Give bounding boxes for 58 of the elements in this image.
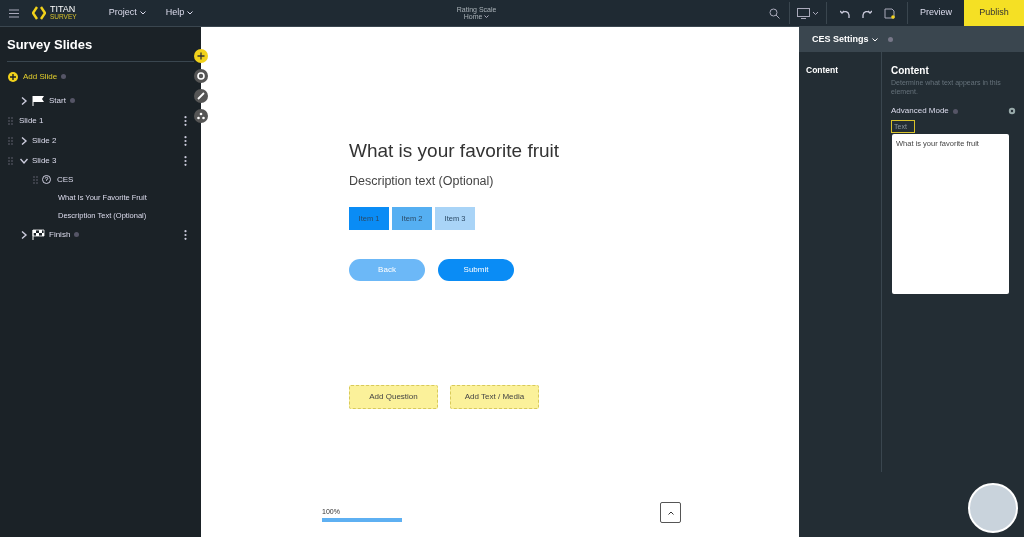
more-icon[interactable] [184,115,187,126]
question-description: Description text (Optional) [349,172,495,190]
menu-icon[interactable] [9,8,19,18]
drag-handle-icon[interactable] [33,175,38,184]
logo-icon [32,6,46,20]
slide-item[interactable]: Slide 2 [32,134,57,147]
sidebar-title: Survey Slides [6,36,94,54]
slide-item[interactable]: Slide 1 [19,114,44,127]
add-icon[interactable] [194,49,208,63]
scroll-up-button[interactable] [660,502,681,523]
network-icon[interactable] [194,109,208,123]
flag-icon [32,95,45,106]
save-icon[interactable] [884,7,895,19]
caret-icon [871,37,878,42]
menu-dropdown[interactable]: Project [108,6,146,20]
drag-handle-icon[interactable] [8,116,13,125]
caret-icon [187,11,194,15]
avatar[interactable] [968,483,1018,533]
publish-button[interactable]: Publish [964,0,1024,26]
add-slide-link[interactable]: Add Slide [23,70,58,83]
logo-title: TITAN [50,5,76,15]
monitor-dropdown-icon[interactable] [797,7,819,19]
add-element-button[interactable]: Add Question [349,385,438,410]
slide-item[interactable]: Finish [49,228,71,241]
search-icon[interactable] [769,7,780,19]
settings-icon[interactable] [1008,107,1016,115]
settings-dropdown[interactable]: CES Settings [812,32,869,47]
more-icon[interactable] [184,229,187,240]
drag-handle-icon[interactable] [8,136,13,145]
caret-icon [484,15,490,18]
undo-icon[interactable] [840,8,850,18]
checkered-flag-icon [32,229,45,240]
info-icon [61,74,67,79]
info-icon [887,37,893,42]
caret-icon[interactable] [20,96,28,105]
settings-nav-item[interactable]: Content [806,64,881,77]
element-item[interactable]: CES [57,173,74,186]
caret-icon[interactable] [20,136,28,145]
question-icon [42,175,51,184]
add-icon[interactable] [8,71,18,82]
content-heading: Content [891,64,930,78]
slide-item[interactable]: Start [49,94,66,107]
caret-icon [667,510,674,515]
add-element-button[interactable]: Add Text / Media [450,385,539,410]
redo-icon[interactable] [862,8,872,18]
brush-icon[interactable] [194,89,208,103]
caret-icon[interactable] [20,156,28,165]
question-title: What is your favorite fruit [349,139,561,163]
caret-icon[interactable] [20,230,28,239]
advanced-mode-label: Advanced Mode [891,105,949,117]
info-icon [952,108,958,114]
slide-item[interactable]: Slide 3 [32,154,57,167]
menu-dropdown[interactable]: Help [165,6,194,20]
drag-handle-icon[interactable] [8,156,13,165]
more-icon[interactable] [184,135,187,146]
caret-icon [139,11,146,15]
more-icon[interactable] [184,155,187,166]
preview-button[interactable]: Preview [908,0,964,26]
